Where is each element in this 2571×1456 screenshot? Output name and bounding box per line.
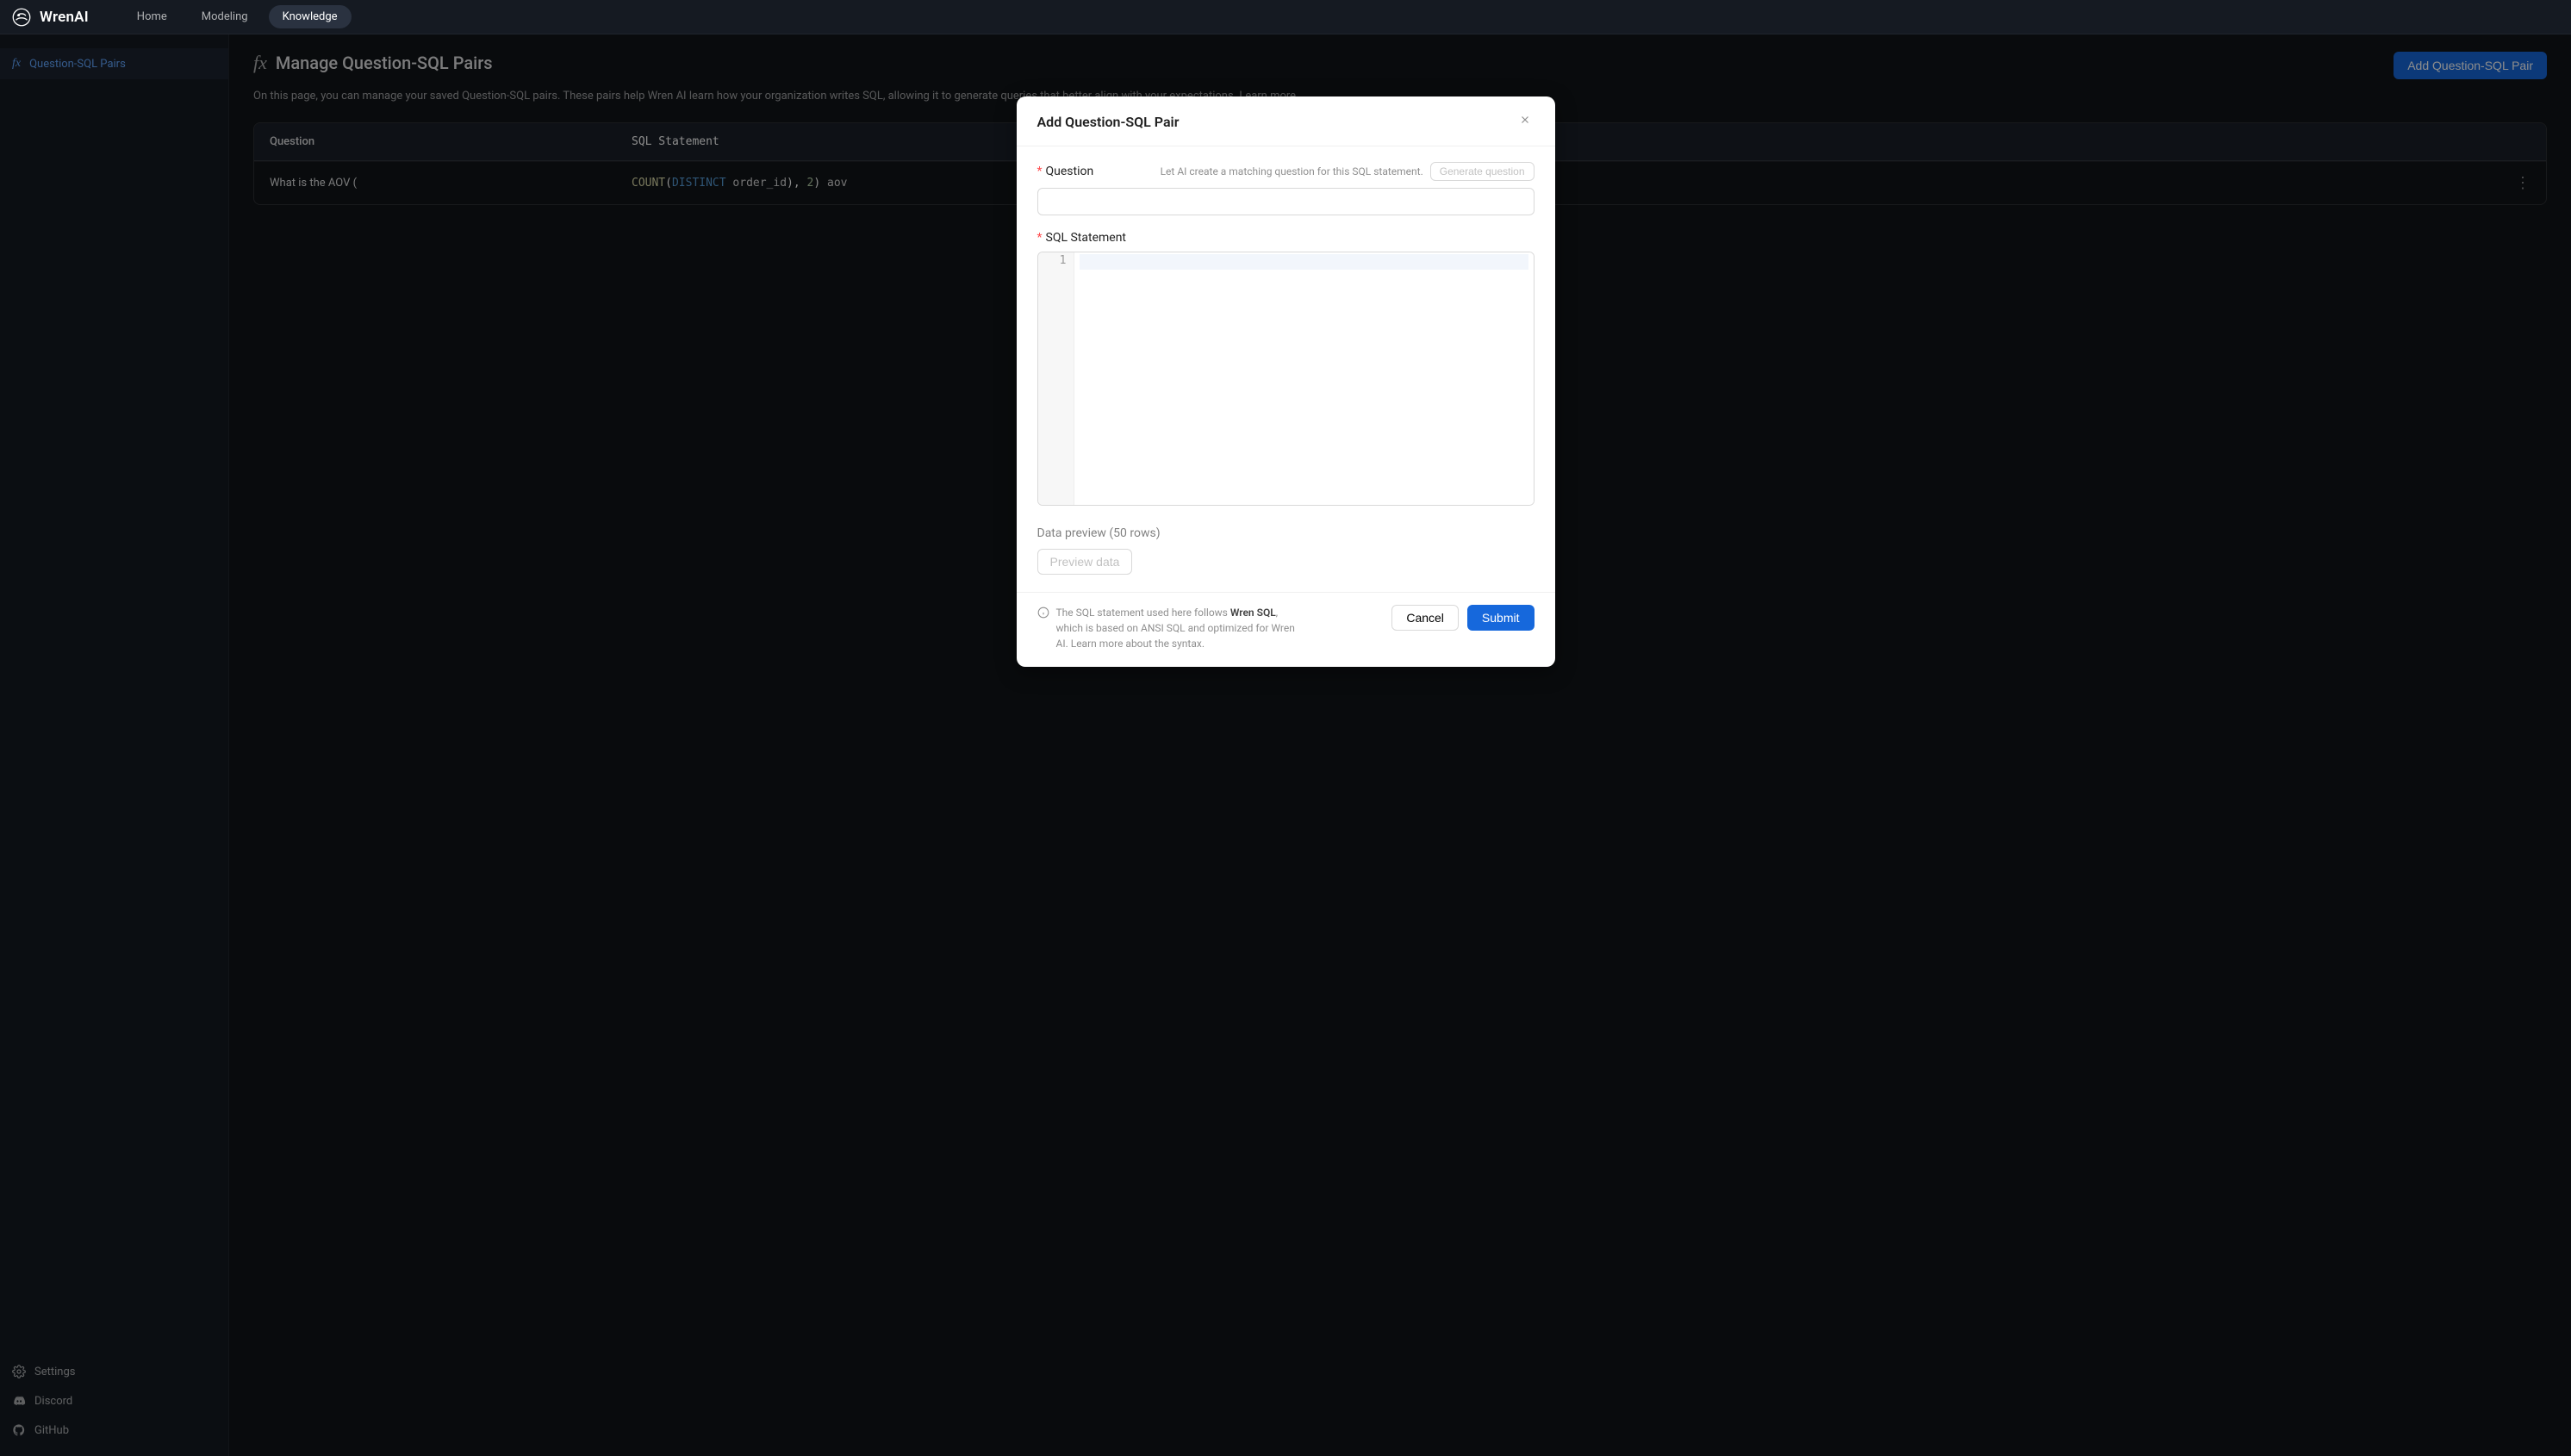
main-nav: Home Modeling Knowledge [123, 5, 352, 28]
question-label: *Question [1037, 165, 1094, 178]
sql-editor[interactable]: 1 [1037, 252, 1535, 506]
logo-text: WrenAI [40, 9, 89, 26]
question-hint: Let AI create a matching question for th… [1161, 165, 1423, 177]
close-icon [1519, 114, 1531, 126]
modal-overlay[interactable]: Add Question-SQL Pair *Question Let AI c… [0, 34, 2571, 1456]
footer-note: The SQL statement used here follows Wren… [1037, 605, 1296, 651]
modal-title: Add Question-SQL Pair [1037, 114, 1180, 130]
submit-button[interactable]: Submit [1467, 605, 1535, 631]
app-header: WrenAI Home Modeling Knowledge [0, 0, 2571, 34]
nav-home[interactable]: Home [123, 5, 181, 28]
nav-knowledge[interactable]: Knowledge [269, 5, 352, 28]
add-pair-modal: Add Question-SQL Pair *Question Let AI c… [1017, 96, 1555, 667]
logo-icon [10, 6, 33, 28]
code-area[interactable] [1074, 252, 1534, 505]
nav-modeling[interactable]: Modeling [188, 5, 262, 28]
close-button[interactable] [1516, 110, 1535, 134]
preview-label: Data preview (50 rows) [1037, 526, 1535, 540]
info-icon [1037, 607, 1049, 619]
line-gutter: 1 [1038, 252, 1074, 505]
preview-data-button[interactable]: Preview data [1037, 549, 1133, 575]
cancel-button[interactable]: Cancel [1391, 605, 1459, 631]
question-input[interactable] [1037, 188, 1535, 215]
logo[interactable]: WrenAI [10, 6, 89, 28]
sql-label: *SQL Statement [1037, 231, 1127, 245]
generate-question-button[interactable]: Generate question [1430, 162, 1535, 181]
